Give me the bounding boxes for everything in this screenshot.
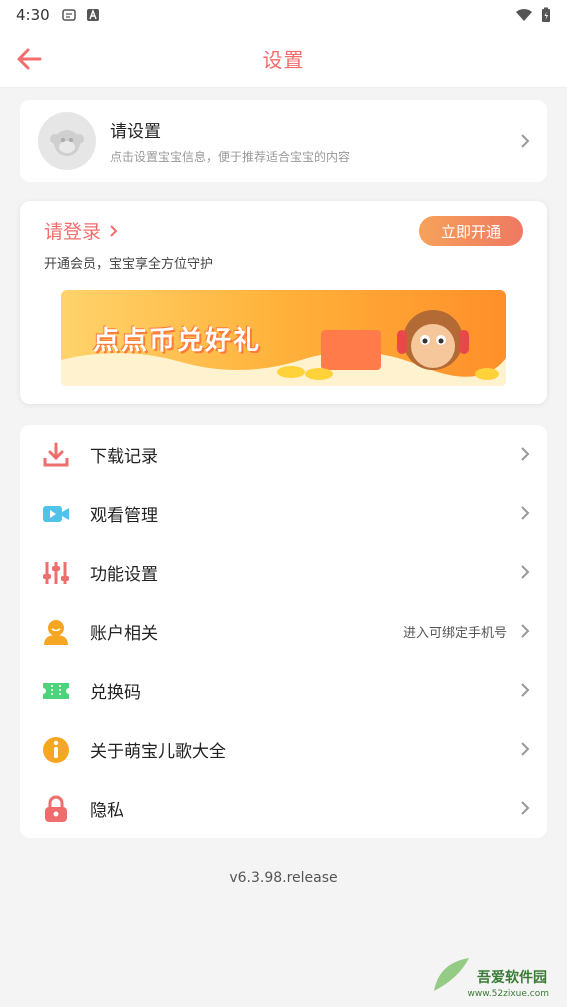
bind-phone-hint: 进入可绑定手机号 bbox=[402, 626, 507, 641]
page-title: 设置 bbox=[262, 48, 305, 72]
menu-item-label: 下载记录 bbox=[90, 447, 158, 467]
chevron-right-icon bbox=[521, 506, 530, 520]
menu-item-label: 兑换码 bbox=[90, 683, 141, 703]
wifi-icon bbox=[516, 8, 532, 21]
menu-item-account[interactable]: 账户相关 进入可绑定手机号 bbox=[20, 602, 547, 661]
menu-item-label: 关于萌宝儿歌大全 bbox=[90, 742, 226, 762]
menu-item-label: 功能设置 bbox=[90, 565, 158, 585]
menu-item-feature-settings[interactable]: 功能设置 bbox=[20, 543, 547, 602]
user-icon bbox=[44, 619, 68, 645]
login-label: 请登录 bbox=[44, 221, 102, 243]
chevron-right-icon bbox=[521, 742, 530, 756]
menu-item-label: 观看管理 bbox=[90, 506, 158, 526]
back-arrow-icon[interactable] bbox=[14, 44, 44, 74]
menu-item-redeem-code[interactable]: 兑换码 bbox=[20, 661, 547, 720]
version-label: v6.3.98.release bbox=[229, 870, 338, 886]
menu-item-label: 隐私 bbox=[90, 801, 124, 821]
membership-subtitle: 开通会员，宝宝享全方位守护 bbox=[44, 257, 214, 272]
video-icon bbox=[43, 505, 69, 522]
app-a-icon bbox=[86, 9, 99, 21]
chevron-right-icon bbox=[521, 134, 530, 148]
info-icon bbox=[43, 736, 69, 763]
status-bar: 4:30 bbox=[0, 0, 567, 30]
banner-text: 点点币兑好礼 bbox=[93, 326, 262, 356]
menu-item-watch-management[interactable]: 观看管理 bbox=[20, 484, 547, 543]
monkey-avatar-icon bbox=[50, 130, 84, 156]
chevron-right-icon bbox=[521, 624, 530, 638]
watermark: 吾爱软件园 www.52zixue.com bbox=[429, 953, 559, 1003]
settings-menu: 下载记录 观看管理 功能设置 账户相关 进入可绑定手机号 兑换码 关于萌宝儿歌大… bbox=[20, 425, 547, 838]
header: 设置 bbox=[0, 30, 567, 88]
chevron-right-icon bbox=[110, 224, 118, 237]
chevron-right-icon bbox=[521, 683, 530, 697]
chevron-right-icon bbox=[521, 565, 530, 579]
membership-card: 请登录 开通会员，宝宝享全方位守护 立即开通 点点币兑好礼 bbox=[20, 201, 547, 404]
profile-card[interactable]: 请设置 点击设置宝宝信息，便于推荐适合宝宝的内容 bbox=[20, 100, 547, 182]
login-link[interactable]: 请登录 bbox=[44, 217, 119, 244]
chevron-right-icon bbox=[521, 801, 530, 815]
watermark-url: www.52zixue.com bbox=[467, 989, 549, 999]
coins-banner[interactable]: 点点币兑好礼 bbox=[61, 290, 506, 386]
menu-item-privacy[interactable]: 隐私 bbox=[20, 779, 547, 838]
notification-icon bbox=[61, 9, 76, 21]
watermark-text: 吾爱软件园 bbox=[477, 970, 547, 986]
download-icon bbox=[43, 442, 69, 466]
status-time: 4:30 bbox=[16, 6, 50, 24]
profile-subtitle: 点击设置宝宝信息，便于推荐适合宝宝的内容 bbox=[110, 150, 351, 164]
profile-title: 请设置 bbox=[110, 122, 161, 142]
avatar bbox=[38, 112, 96, 170]
menu-item-label: 账户相关 bbox=[90, 624, 158, 644]
open-membership-button[interactable]: 立即开通 bbox=[419, 216, 523, 246]
ticket-icon bbox=[43, 682, 69, 699]
battery-icon bbox=[542, 7, 550, 22]
chevron-right-icon bbox=[521, 447, 530, 461]
menu-item-download-records[interactable]: 下载记录 bbox=[20, 425, 547, 484]
lock-icon bbox=[45, 795, 67, 822]
menu-item-about[interactable]: 关于萌宝儿歌大全 bbox=[20, 720, 547, 779]
sliders-icon bbox=[43, 561, 69, 584]
